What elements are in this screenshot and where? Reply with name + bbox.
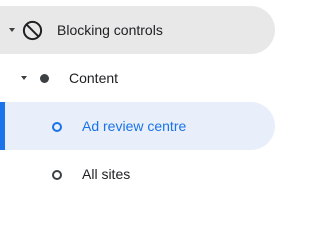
filled-dot-icon (40, 74, 49, 83)
nav-item-label: Ad review centre (82, 118, 187, 134)
nav-item-content[interactable]: Content (0, 54, 297, 102)
nav-item-label: All sites (82, 166, 131, 182)
ring-icon (52, 122, 62, 132)
side-navigation: Blocking controls Content Ad review cent… (0, 0, 297, 206)
nav-item-ad-review-centre[interactable]: Ad review centre (0, 102, 275, 150)
block-icon (22, 20, 43, 41)
nav-item-label: Blocking controls (57, 22, 163, 38)
selection-indicator (0, 102, 5, 150)
caret-down-icon[interactable] (9, 28, 15, 32)
nav-item-blocking-controls[interactable]: Blocking controls (0, 6, 275, 54)
nav-item-label: Content (69, 70, 119, 86)
caret-down-icon[interactable] (21, 76, 27, 80)
nav-item-all-sites[interactable]: All sites (0, 150, 297, 198)
ring-icon (52, 170, 62, 180)
